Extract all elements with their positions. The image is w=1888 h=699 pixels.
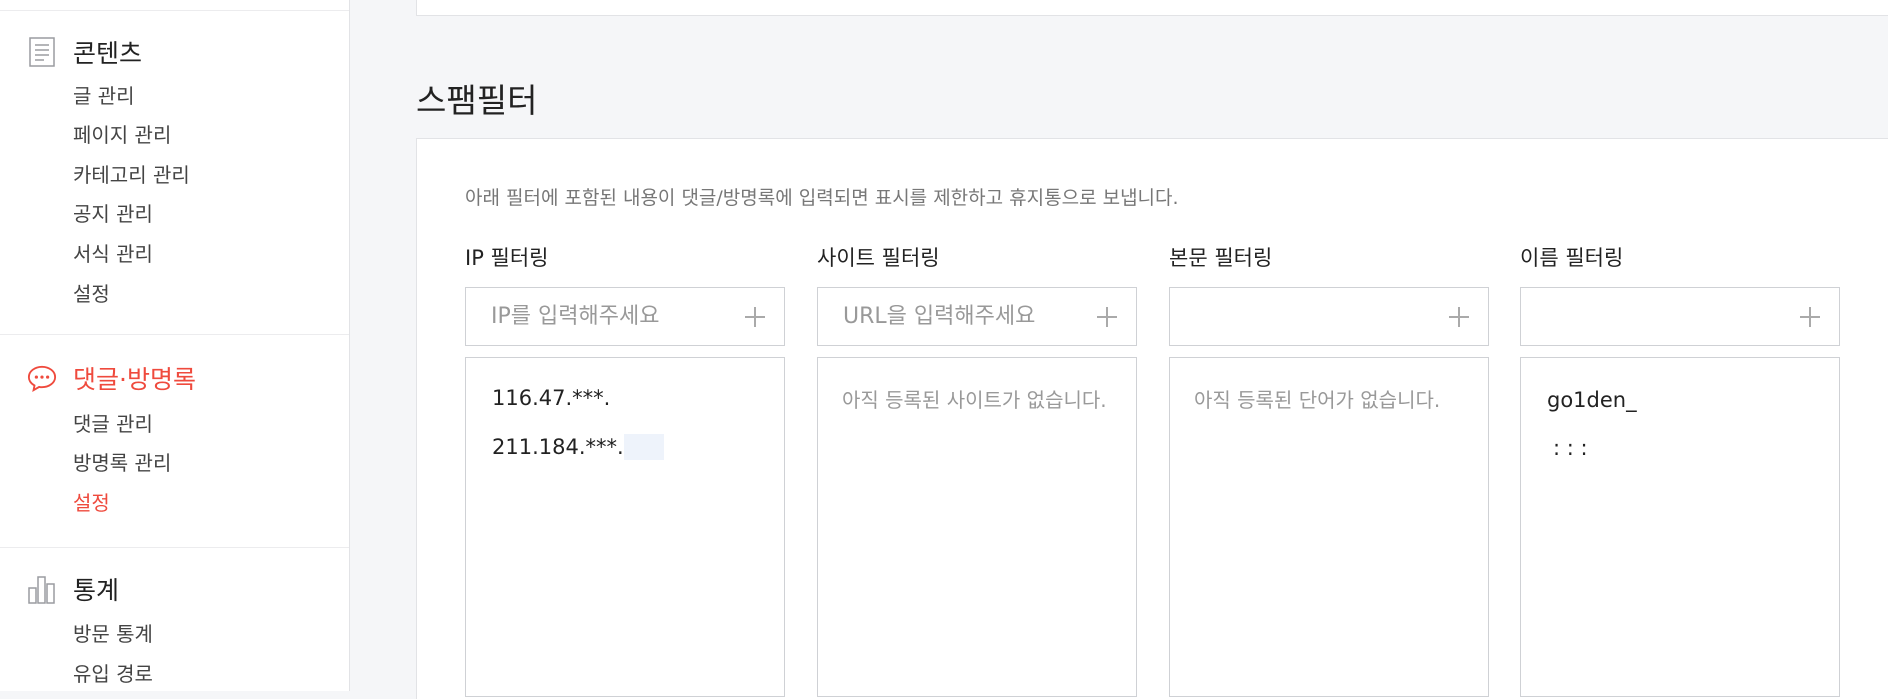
body-filter-input-box — [1169, 287, 1489, 346]
speech-bubble-icon — [27, 363, 57, 393]
sidebar-section-statistics[interactable]: 통계 — [27, 572, 119, 606]
name-filter-entry-text: go1den_ — [1547, 388, 1637, 412]
site-filter-add-button[interactable] — [1086, 296, 1128, 338]
previous-section-card — [416, 0, 1888, 16]
page-title: 스팸필터 — [416, 81, 538, 120]
sidebar-section-title: 댓글·방명록 — [73, 365, 196, 394]
sidebar-section-title: 콘텐츠 — [73, 39, 143, 68]
name-filter-list: go1den_ : : : — [1520, 357, 1840, 697]
sidebar-section-contents[interactable]: 콘텐츠 — [27, 35, 142, 69]
sidebar-item-guestbook-manage[interactable]: 방명록 관리 — [73, 449, 171, 477]
sidebar-divider — [0, 10, 349, 11]
body-filter-add-button[interactable] — [1438, 296, 1480, 338]
sidebar-section-title: 통계 — [73, 576, 120, 605]
name-filter-entry-text: : : : — [1553, 436, 1588, 460]
ip-filter-add-button[interactable] — [734, 296, 776, 338]
plus-icon — [1449, 307, 1469, 327]
sidebar-item-page-manage[interactable]: 페이지 관리 — [73, 121, 171, 149]
ip-filter-list: 116.47.***. 211.184.***. — [465, 357, 785, 697]
plus-icon — [1800, 307, 1820, 327]
plus-icon — [1097, 307, 1117, 327]
plus-icon — [745, 307, 765, 327]
masked-region — [623, 434, 664, 460]
name-filter-title: 이름 필터링 — [1520, 246, 1624, 270]
list-item: 211.184.***. — [492, 434, 664, 460]
document-icon — [27, 37, 57, 67]
ip-filter-input-box — [465, 287, 785, 346]
name-filter-input[interactable] — [1521, 288, 1808, 345]
site-filter-input[interactable] — [818, 288, 1105, 345]
body-filter-title: 본문 필터링 — [1169, 246, 1273, 270]
ip-filter-input[interactable] — [466, 288, 753, 345]
sidebar-item-template-manage[interactable]: 서식 관리 — [73, 240, 153, 268]
sidebar-item-category-manage[interactable]: 카테고리 관리 — [73, 161, 190, 189]
sidebar-item-visit-stats[interactable]: 방문 통계 — [73, 620, 153, 648]
filter-description: 아래 필터에 포함된 내용이 댓글/방명록에 입력되면 표시를 제한하고 휴지통… — [465, 187, 1179, 209]
site-filter-list: 아직 등록된 사이트가 없습니다. — [817, 357, 1137, 697]
sidebar-section-comments[interactable]: 댓글·방명록 — [27, 361, 196, 395]
site-filter-empty-message: 아직 등록된 사이트가 없습니다. — [842, 388, 1107, 412]
sidebar-item-referrer[interactable]: 유입 경로 — [73, 660, 153, 688]
sidebar-divider — [0, 334, 349, 335]
body-filter-input[interactable] — [1170, 288, 1457, 345]
site-filter-input-box — [817, 287, 1137, 346]
name-filter-input-box — [1520, 287, 1840, 346]
ip-filter-entry-text: 211.184.***. — [492, 435, 624, 459]
name-filter-add-button[interactable] — [1789, 296, 1831, 338]
sidebar-item-contents-settings[interactable]: 설정 — [73, 280, 110, 308]
bar-chart-icon — [27, 574, 57, 604]
sidebar-item-comments-settings[interactable]: 설정 — [73, 489, 110, 517]
list-item: 116.47.***. — [492, 386, 610, 410]
list-item: : : : — [1553, 436, 1588, 460]
list-item: go1den_ — [1547, 388, 1637, 412]
ip-filter-title: IP 필터링 — [465, 246, 549, 270]
sidebar-divider — [0, 547, 349, 548]
site-filter-title: 사이트 필터링 — [817, 246, 940, 270]
ip-filter-entry-text: 116.47.***. — [492, 386, 611, 410]
sidebar-item-notice-manage[interactable]: 공지 관리 — [73, 200, 153, 228]
body-filter-empty-message: 아직 등록된 단어가 없습니다. — [1194, 388, 1441, 412]
sidebar-item-comment-manage[interactable]: 댓글 관리 — [73, 410, 153, 438]
sidebar: 콘텐츠 글 관리 페이지 관리 카테고리 관리 공지 관리 서식 관리 설정 댓… — [0, 0, 350, 691]
body-filter-list: 아직 등록된 단어가 없습니다. — [1169, 357, 1489, 697]
sidebar-item-post-manage[interactable]: 글 관리 — [73, 82, 135, 110]
